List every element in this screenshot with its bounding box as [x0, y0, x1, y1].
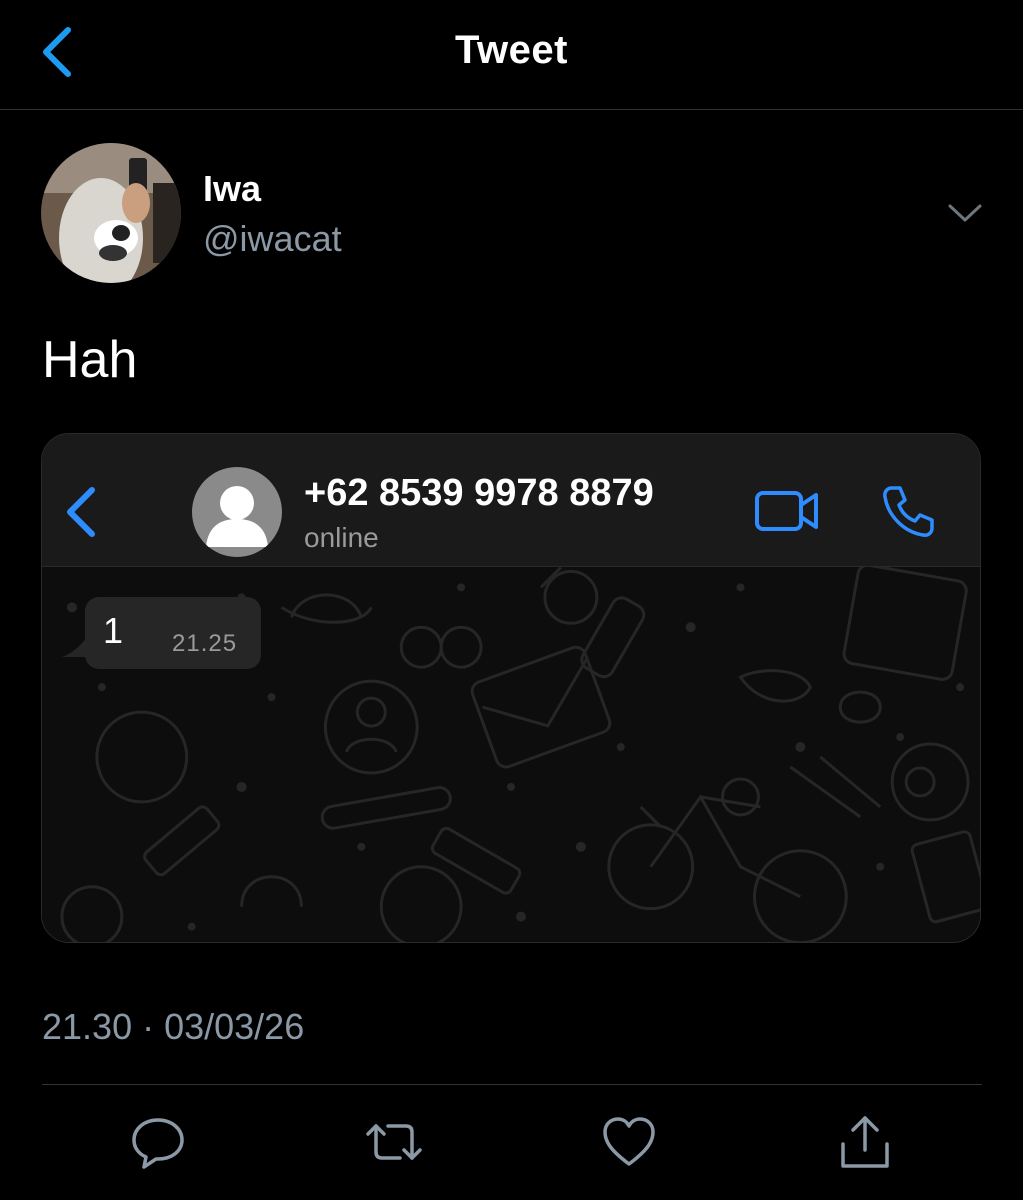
contact-status: online: [304, 522, 379, 553]
reply-bubble-icon: [132, 1118, 184, 1169]
message-text: 1: [103, 610, 124, 651]
reply-button[interactable]: [128, 1112, 188, 1172]
chat-header: +62 8539 9978 8879 online: [42, 434, 980, 567]
share-icon: [841, 1116, 889, 1168]
video-camera-icon: [755, 491, 818, 531]
tweet-media-image[interactable]: +62 8539 9978 8879 online 1 21.25: [41, 433, 981, 943]
contact-number: +62 8539 9978 8879: [304, 472, 654, 514]
avatar-photo: [41, 143, 181, 283]
author-display-name[interactable]: Iwa: [203, 168, 261, 210]
avatar[interactable]: [41, 143, 181, 283]
top-bar: Tweet: [0, 0, 1023, 110]
retweet-button[interactable]: [364, 1112, 424, 1172]
tweet-timestamp: 21.30 · 03/03/26: [42, 1006, 305, 1047]
message-time: 21.25: [172, 630, 238, 657]
person-icon: [206, 486, 268, 547]
retweet-icon: [366, 1124, 422, 1160]
chevron-down-icon: [948, 204, 982, 222]
heart-icon: [603, 1117, 655, 1166]
share-button[interactable]: [835, 1112, 895, 1172]
chevron-left-icon: [67, 487, 95, 537]
like-button[interactable]: [599, 1112, 659, 1172]
more-options-button[interactable]: [944, 198, 986, 228]
author-handle[interactable]: @iwacat: [203, 218, 342, 260]
contact-avatar: [192, 467, 282, 557]
tweet-text: Hah: [42, 331, 138, 389]
divider: [42, 1084, 982, 1085]
phone-icon: [883, 486, 934, 537]
page-title: Tweet: [455, 28, 568, 72]
